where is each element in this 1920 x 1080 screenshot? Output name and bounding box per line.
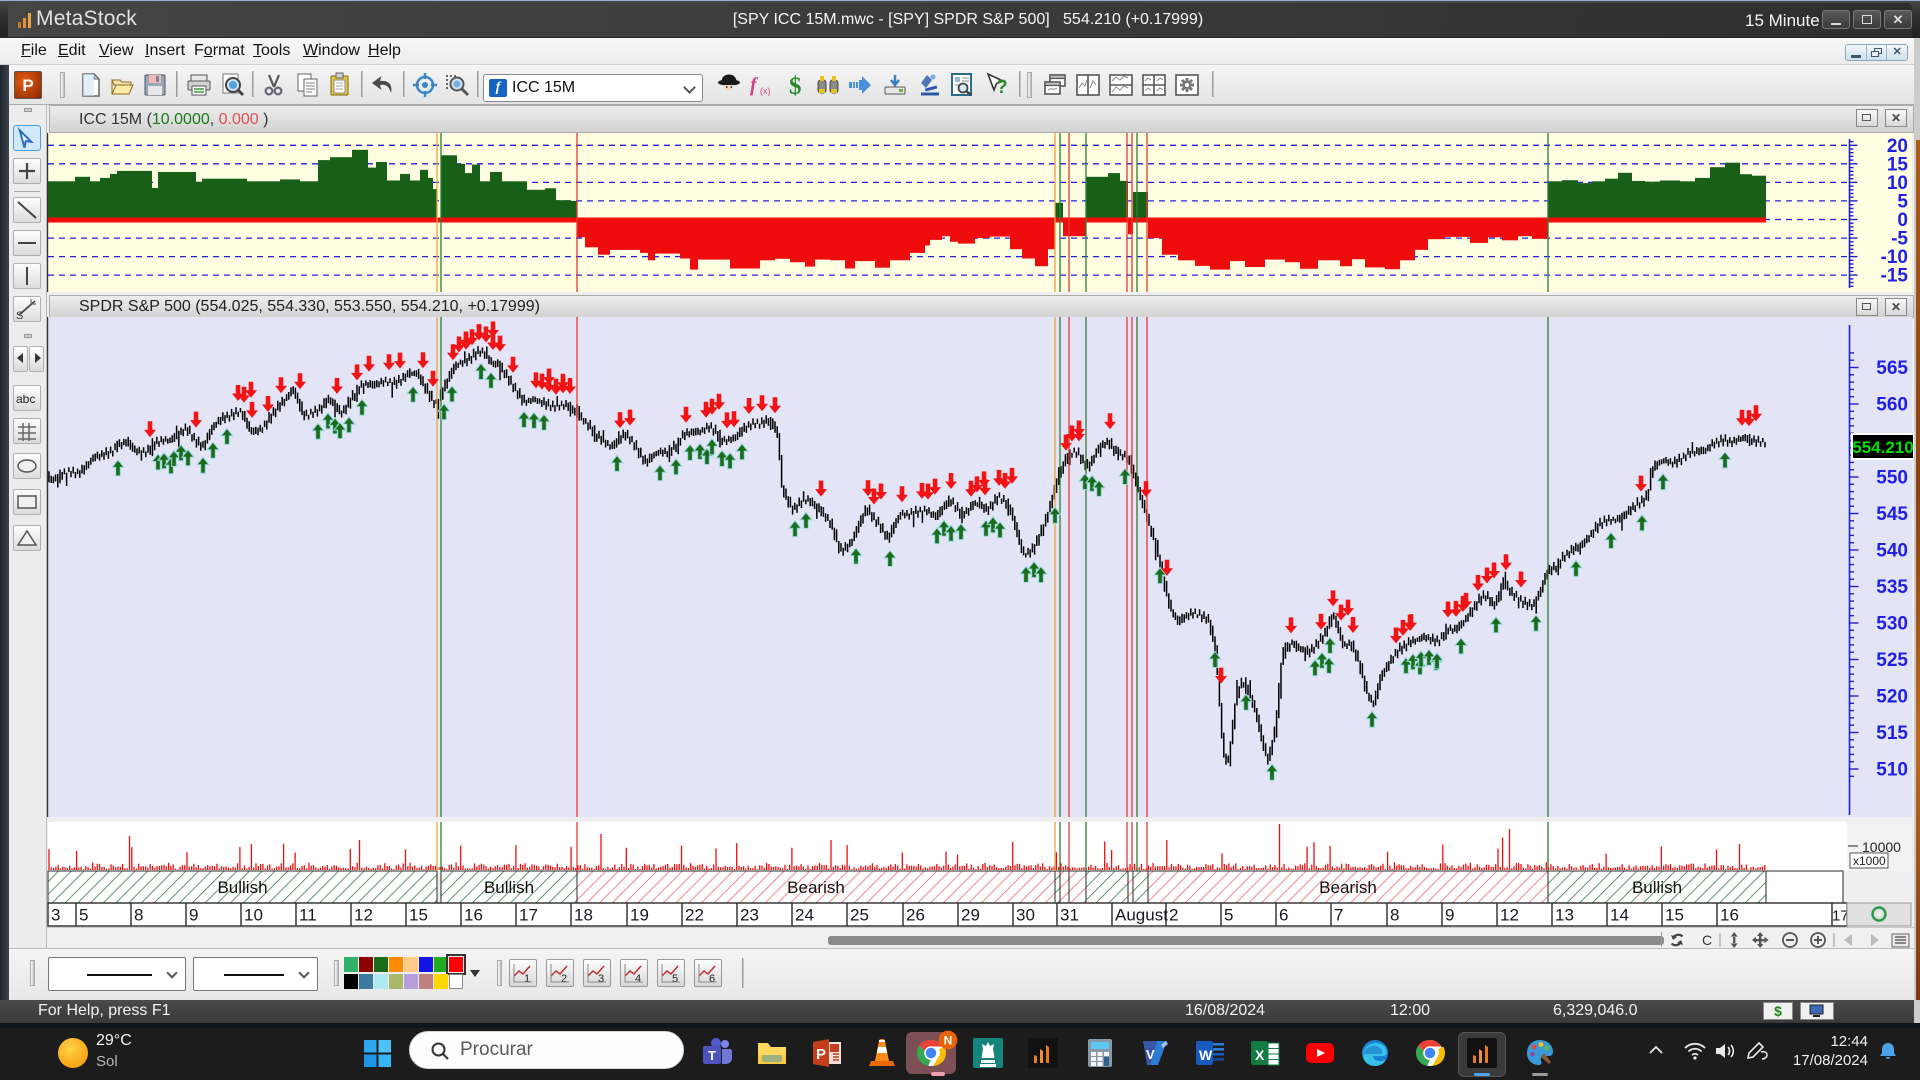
svg-text:23: 23 <box>740 906 759 925</box>
svg-text:N: N <box>944 1033 953 1047</box>
svg-text:2: 2 <box>561 973 567 985</box>
svg-text:565: 565 <box>1876 358 1908 379</box>
svg-text:P: P <box>816 1046 826 1063</box>
svg-text:20: 20 <box>1887 136 1908 157</box>
svg-text:540: 540 <box>1876 541 1908 562</box>
svg-text:17: 17 <box>519 906 538 925</box>
svg-text:16: 16 <box>464 906 483 925</box>
svg-text:C: C <box>1702 932 1712 948</box>
svg-text:-10: -10 <box>1881 247 1908 268</box>
svg-text:Bullish: Bullish <box>1632 878 1682 897</box>
svg-text:15: 15 <box>1887 154 1909 175</box>
svg-text:15: 15 <box>409 906 428 925</box>
svg-text:29: 29 <box>961 906 980 925</box>
svg-text:5: 5 <box>672 973 678 985</box>
svg-text:16: 16 <box>1720 906 1739 925</box>
svg-text:510: 510 <box>1876 760 1908 781</box>
svg-text:10: 10 <box>244 906 263 925</box>
svg-text:18: 18 <box>574 906 593 925</box>
svg-text:T: T <box>708 1048 716 1063</box>
svg-text:1: 1 <box>524 973 530 985</box>
svg-text:530: 530 <box>1876 614 1908 635</box>
svg-text:26: 26 <box>906 906 925 925</box>
svg-text:5: 5 <box>1897 191 1908 212</box>
svg-text:7: 7 <box>1334 906 1343 925</box>
svg-text:Bearish: Bearish <box>1319 878 1377 897</box>
svg-text:515: 515 <box>1876 723 1908 744</box>
svg-text:15: 15 <box>1665 906 1684 925</box>
svg-text:560: 560 <box>1876 395 1908 416</box>
svg-text:525: 525 <box>1876 650 1908 671</box>
svg-text:22: 22 <box>685 906 704 925</box>
svg-text:17: 17 <box>1832 908 1849 925</box>
svg-text:25: 25 <box>850 906 869 925</box>
svg-text:-5: -5 <box>1891 229 1908 250</box>
svg-text:9: 9 <box>189 906 198 925</box>
svg-text:Bearish: Bearish <box>787 878 845 897</box>
svg-text:X: X <box>1255 1047 1265 1063</box>
svg-text:545: 545 <box>1876 504 1908 525</box>
svg-text:6: 6 <box>1279 906 1288 925</box>
svg-text:12: 12 <box>1500 906 1519 925</box>
svg-text:0: 0 <box>1897 210 1908 231</box>
svg-text:31: 31 <box>1060 906 1079 925</box>
svg-text:550: 550 <box>1876 468 1908 489</box>
svg-text:13: 13 <box>1555 906 1574 925</box>
svg-text:10: 10 <box>1887 173 1908 194</box>
svg-text:11: 11 <box>299 906 317 925</box>
svg-text:14: 14 <box>1610 906 1629 925</box>
svg-text:9: 9 <box>1445 906 1454 925</box>
svg-text:520: 520 <box>1876 687 1908 708</box>
svg-text:x1000: x1000 <box>1853 854 1886 868</box>
svg-text:Bullish: Bullish <box>484 878 534 897</box>
svg-text:30: 30 <box>1016 906 1035 925</box>
svg-text:3: 3 <box>51 906 60 925</box>
svg-text:8: 8 <box>1390 906 1399 925</box>
svg-text:12: 12 <box>354 906 373 925</box>
svg-text:535: 535 <box>1876 577 1908 598</box>
svg-text:19: 19 <box>630 906 649 925</box>
svg-text:V: V <box>1146 1047 1155 1062</box>
svg-text:2: 2 <box>1169 906 1178 925</box>
svg-text:4: 4 <box>635 973 641 985</box>
svg-text:W: W <box>1199 1047 1213 1063</box>
svg-text:24: 24 <box>795 906 814 925</box>
svg-text:August: August <box>1115 906 1168 925</box>
svg-text:8: 8 <box>134 906 143 925</box>
svg-text:5: 5 <box>79 906 88 925</box>
svg-text:554.210: 554.210 <box>1852 438 1913 457</box>
svg-text:6: 6 <box>709 973 715 985</box>
svg-text:3: 3 <box>598 973 604 985</box>
svg-text:5: 5 <box>1224 906 1233 925</box>
svg-text:-15: -15 <box>1881 266 1909 287</box>
svg-text:Bullish: Bullish <box>217 878 267 897</box>
